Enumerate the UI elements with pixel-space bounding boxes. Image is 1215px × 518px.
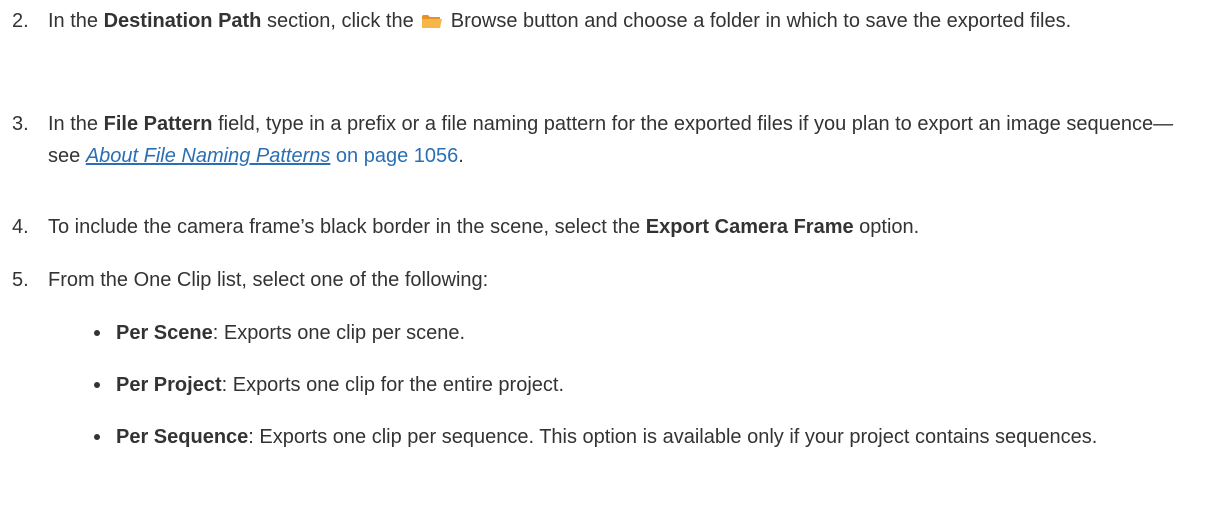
ui-term-destination-path: Destination Path	[103, 10, 262, 32]
step-text: To include the camera frame’s black bord…	[48, 216, 920, 238]
option-description: : Exports one clip per scene.	[212, 322, 466, 344]
option-description: : Exports one clip per sequence. This op…	[248, 426, 1098, 448]
page-reference-link[interactable]: on page 1056	[330, 145, 458, 167]
bullet-icon	[94, 434, 100, 440]
folder-icon	[421, 8, 443, 40]
option-name: Per Project	[116, 374, 222, 396]
step-text: In the Destination Path section, click t…	[48, 5, 1198, 40]
link-about-file-naming-patterns[interactable]: About File Naming Patterns	[86, 145, 331, 167]
step-number: 4.	[12, 216, 29, 238]
step-text: From the One Clip list, select one of th…	[48, 269, 489, 291]
option-name: Per Sequence	[116, 426, 249, 448]
step-number: 2.	[12, 10, 29, 32]
step-number: 3.	[12, 113, 29, 135]
ui-term-export-camera-frame: Export Camera Frame	[645, 216, 854, 238]
ui-term-file-pattern: File Pattern	[103, 113, 213, 135]
step-number: 5.	[12, 269, 29, 291]
bullet-icon	[94, 382, 100, 388]
option-description: : Exports one clip for the entire projec…	[221, 374, 565, 396]
step-text: In the File Pattern field, type in a pre…	[48, 113, 1174, 167]
option-name: Per Scene	[116, 322, 213, 344]
bullet-icon	[94, 330, 100, 336]
document-page: 2. In the Destination Path section, clic…	[0, 0, 1215, 518]
